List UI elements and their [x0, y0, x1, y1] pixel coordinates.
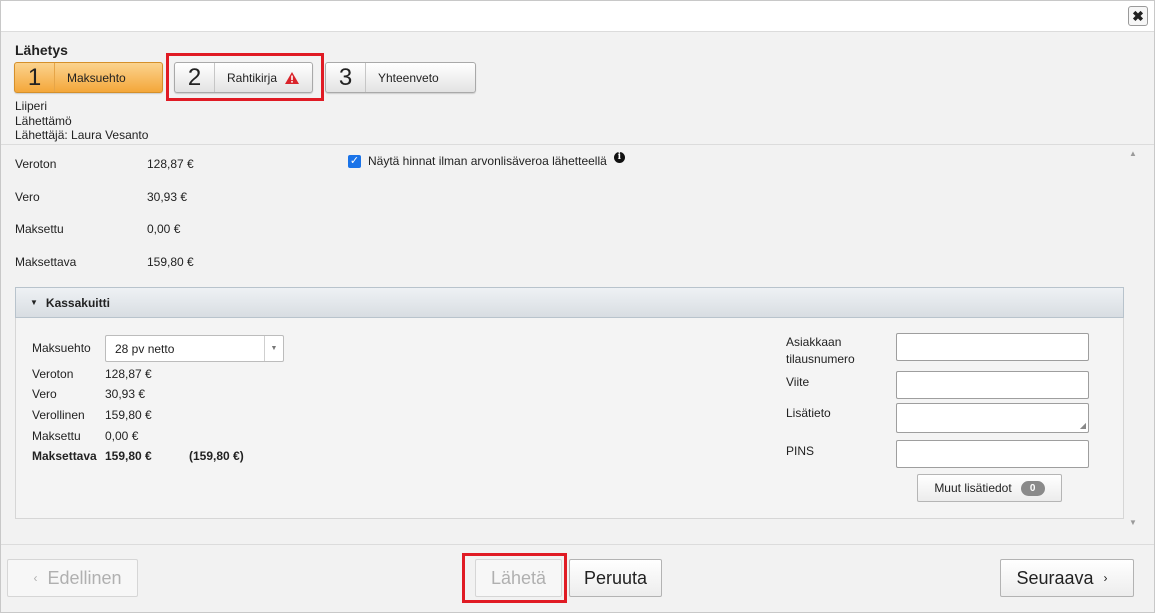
payment-term-value: 28 pv netto — [115, 341, 175, 356]
receipt-label: Verollinen — [32, 408, 85, 422]
receipt-label: Maksettu — [32, 429, 81, 443]
warning-icon — [285, 71, 300, 84]
panel-title: Kassakuitti — [45, 295, 110, 310]
pins-label: PINS — [786, 444, 815, 458]
reference-input[interactable] — [896, 371, 1089, 399]
more-info-count-badge: 0 — [1020, 480, 1045, 496]
step-number: 1 — [15, 63, 55, 92]
next-label: Seuraava — [1016, 567, 1094, 588]
cancel-button[interactable]: Peruuta — [569, 559, 662, 597]
chevron-right-icon: › — [1103, 571, 1108, 585]
send-label: Lähetä — [490, 567, 547, 588]
summary-label: Maksettu — [15, 222, 64, 236]
summary-value: 0,00 € — [147, 222, 181, 236]
step-label-wrap: Rahtikirja — [215, 70, 300, 85]
vat-checkbox-label[interactable]: Näytä hinnat ilman arvonlisäveroa lähett… — [368, 154, 607, 168]
scrollbar[interactable]: ▲ ▼ — [1126, 145, 1140, 537]
collapse-triangle-icon: ▼ — [30, 298, 38, 307]
close-button[interactable]: ✖ — [1128, 6, 1148, 26]
scroll-down-icon[interactable]: ▼ — [1129, 518, 1137, 527]
step-maksuehto[interactable]: 1 Maksuehto — [14, 62, 163, 93]
order-number-label-line1: Asiakkaan — [786, 335, 842, 349]
divider — [1, 144, 1154, 145]
summary-value: 159,80 € — [147, 255, 194, 269]
cancel-label: Peruuta — [583, 567, 648, 588]
summary-label: Maksettava — [15, 255, 77, 269]
dialog-titlebar: ✖ — [1, 1, 1154, 32]
previous-button[interactable]: ‹ Edellinen — [7, 559, 138, 597]
more-info-button[interactable]: Muut lisätiedot 0 — [917, 474, 1062, 502]
step-rahtikirja[interactable]: 2 Rahtikirja — [174, 62, 313, 93]
extra-info-label: Lisätieto — [786, 406, 831, 420]
shipment-dialog: ✖ Lähetys 1 Maksuehto 2 Rahtikirja 3 Yht… — [0, 0, 1155, 613]
summary-label: Vero — [15, 190, 40, 204]
info-icon[interactable]: i — [613, 151, 625, 163]
receipt-label: Vero — [32, 387, 57, 401]
step-label: Yhteenveto — [378, 70, 439, 85]
reference-label: Viite — [786, 375, 810, 389]
step-label: Maksuehto — [67, 70, 126, 85]
send-button[interactable]: Lähetä — [475, 559, 562, 597]
step-number: 3 — [326, 63, 366, 92]
department: Lähettämö — [15, 113, 72, 128]
receipt-total-extra: (159,80 €) — [189, 449, 244, 463]
receipt-value: 159,80 € — [105, 408, 152, 422]
step-number: 2 — [175, 63, 215, 92]
chevron-down-icon[interactable]: ▼ — [264, 336, 283, 361]
pins-input[interactable] — [896, 440, 1089, 468]
order-number-label-line2: tilausnumero — [786, 352, 855, 366]
receipt-label: Veroton — [32, 367, 74, 381]
receipt-total-value: 159,80 € — [105, 449, 152, 463]
receipt-value: 30,93 € — [105, 387, 146, 401]
more-info-label: Muut lisätiedot — [934, 481, 1012, 495]
step-label: Rahtikirja — [227, 70, 278, 85]
previous-label: Edellinen — [47, 567, 122, 588]
vat-option: ✓ Näytä hinnat ilman arvonlisäveroa lähe… — [348, 151, 625, 168]
sender-info: Liiperi Lähettämö Lähettäjä: Laura Vesan… — [15, 99, 148, 143]
extra-info-textarea[interactable]: ◢ — [896, 403, 1089, 433]
close-icon: ✖ — [1132, 8, 1144, 24]
order-number-label: Asiakkaan tilausnumero — [786, 334, 886, 368]
panel-header-kassakuitti[interactable]: ▼ Kassakuitti — [15, 287, 1124, 318]
footer-divider — [1, 544, 1154, 545]
receipt-value: 128,87 € — [105, 367, 152, 381]
vat-checkbox[interactable]: ✓ — [348, 154, 361, 168]
receipt-value: 0,00 € — [105, 429, 139, 443]
section-title: Lähetys — [15, 42, 68, 58]
next-button[interactable]: Seuraava › — [1000, 559, 1134, 597]
step-yhteenveto[interactable]: 3 Yhteenveto — [325, 62, 476, 93]
summary-value: 30,93 € — [147, 190, 188, 204]
summary-value: 128,87 € — [147, 157, 194, 171]
scroll-up-icon[interactable]: ▲ — [1129, 149, 1137, 158]
warehouse: Liiperi — [15, 99, 48, 113]
payment-term-select[interactable]: 28 pv netto ▼ — [105, 335, 284, 362]
sender: Lähettäjä: Laura Vesanto — [15, 128, 149, 142]
order-number-input[interactable] — [896, 333, 1089, 361]
payment-term-label: Maksuehto — [32, 341, 91, 355]
receipt-total-label: Maksettava — [32, 449, 97, 463]
chevron-left-icon: ‹ — [33, 571, 38, 585]
resize-grip-icon[interactable]: ◢ — [1080, 421, 1086, 430]
summary-label: Veroton — [15, 157, 57, 171]
